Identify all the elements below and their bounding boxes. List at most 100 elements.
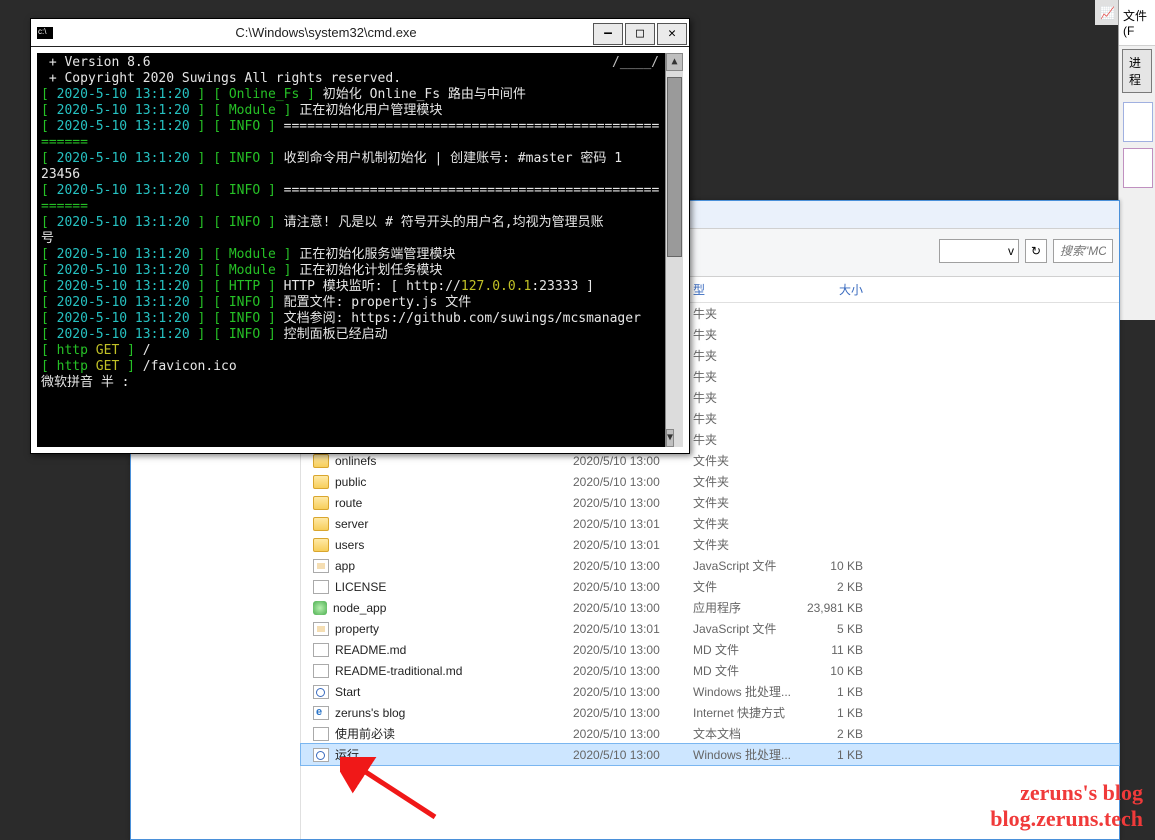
cmd-icon [37, 27, 53, 39]
table-row[interactable]: 运行2020/5/10 13:00Windows 批处理...1 KB [301, 744, 1119, 765]
table-row[interactable]: Start2020/5/10 13:00Windows 批处理...1 KB [301, 681, 1119, 702]
scroll-down-button[interactable]: ▼ [666, 429, 674, 447]
terminal-line: + Copyright 2020 Suwings All rights rese… [41, 71, 679, 87]
chevron-down-icon: v [1008, 244, 1014, 258]
table-row[interactable]: property2020/5/10 13:01JavaScript 文件5 KB [301, 618, 1119, 639]
file-type: 牛夹 [681, 431, 801, 448]
table-row[interactable]: users2020/5/10 13:01文件夹 [301, 534, 1119, 555]
file-name: README.md [335, 643, 406, 657]
terminal-line: [ 2020-5-10 13:1:20 ] [ INFO ] 控制面板已经启动 [41, 327, 679, 343]
file-icon [313, 706, 329, 720]
search-input[interactable] [1053, 239, 1113, 263]
file-type: 文件夹 [681, 515, 801, 532]
file-date: 2020/5/10 13:00 [561, 559, 681, 573]
file-type: 文件夹 [681, 536, 801, 553]
file-icon [313, 454, 329, 468]
graph-box-1 [1123, 102, 1153, 142]
table-row[interactable]: README.md2020/5/10 13:00MD 文件11 KB [301, 639, 1119, 660]
file-type: 牛夹 [681, 389, 801, 406]
file-date: 2020/5/10 13:00 [561, 748, 681, 762]
close-button[interactable]: ✕ [657, 23, 687, 45]
file-type: 文件夹 [681, 494, 801, 511]
file-type: JavaScript 文件 [681, 620, 801, 637]
terminal-line: ====== [41, 199, 679, 215]
file-icon [313, 685, 329, 699]
cmd-scrollbar[interactable]: ▲ ▼ [665, 53, 683, 447]
file-date: 2020/5/10 13:00 [561, 706, 681, 720]
scroll-track[interactable] [666, 71, 683, 429]
terminal-line: [ http GET ] / [41, 343, 679, 359]
file-date: 2020/5/10 13:00 [561, 601, 681, 615]
file-size: 23,981 KB [801, 601, 881, 615]
terminal-line: 号 [41, 231, 679, 247]
file-name: 使用前必读 [335, 725, 395, 742]
table-row[interactable]: 使用前必读2020/5/10 13:00文本文档2 KB [301, 723, 1119, 744]
file-name: property [335, 622, 379, 636]
file-date: 2020/5/10 13:01 [561, 517, 681, 531]
file-name: LICENSE [335, 580, 386, 594]
file-name: route [335, 496, 362, 510]
terminal-line: [ 2020-5-10 13:1:20 ] [ HTTP ] HTTP 模块监听… [41, 279, 679, 295]
file-date: 2020/5/10 13:00 [561, 727, 681, 741]
terminal-line: ====== [41, 135, 679, 151]
file-name: Start [335, 685, 360, 699]
terminal-line: [ 2020-5-10 13:1:20 ] [ INFO ] =========… [41, 119, 679, 135]
terminal-line: [ 2020-5-10 13:1:20 ] [ Module ] 正在初始化服务… [41, 247, 679, 263]
terminal-line: + Version 8.6 [41, 55, 679, 71]
file-name: README-traditional.md [335, 664, 462, 678]
file-icon [313, 727, 329, 741]
scroll-thumb[interactable] [667, 77, 682, 257]
cmd-terminal[interactable]: + Version 8.6 + Copyright 2020 Suwings A… [37, 53, 683, 447]
table-row[interactable]: public2020/5/10 13:00文件夹 [301, 471, 1119, 492]
ascii-art-tail: /____/ [612, 55, 659, 71]
file-size: 10 KB [801, 664, 881, 678]
file-type: JavaScript 文件 [681, 557, 801, 574]
file-size: 1 KB [801, 685, 881, 699]
file-date: 2020/5/10 13:00 [561, 454, 681, 468]
file-type: MD 文件 [681, 641, 801, 658]
file-date: 2020/5/10 13:00 [561, 643, 681, 657]
tab-processes[interactable]: 进程 [1122, 49, 1152, 93]
table-row[interactable]: app2020/5/10 13:00JavaScript 文件10 KB [301, 555, 1119, 576]
col-type[interactable]: 型 [681, 281, 801, 298]
scroll-up-button[interactable]: ▲ [666, 53, 683, 71]
cmd-titlebar[interactable]: C:\Windows\system32\cmd.exe — □ ✕ [31, 19, 689, 47]
terminal-line: 微软拼音 半 : [41, 375, 679, 391]
graph-box-2 [1123, 148, 1153, 188]
file-size: 2 KB [801, 727, 881, 741]
file-type: 文件夹 [681, 473, 801, 490]
refresh-button[interactable]: ↻ [1025, 239, 1047, 263]
taskmgr-chart-icon: 📈 [1095, 0, 1120, 25]
table-row[interactable]: route2020/5/10 13:00文件夹 [301, 492, 1119, 513]
maximize-button[interactable]: □ [625, 23, 655, 45]
file-name: node_app [333, 601, 386, 615]
file-type: 牛夹 [681, 368, 801, 385]
terminal-line: [ 2020-5-10 13:1:20 ] [ INFO ] =========… [41, 183, 679, 199]
menu-file[interactable]: 文件(F [1119, 0, 1155, 46]
address-bar-end[interactable]: v [939, 239, 1019, 263]
file-type: 牛夹 [681, 410, 801, 427]
minimize-button[interactable]: — [593, 23, 623, 45]
file-type: 应用程序 [681, 599, 801, 616]
table-row[interactable]: server2020/5/10 13:01文件夹 [301, 513, 1119, 534]
file-type: 牛夹 [681, 326, 801, 343]
file-date: 2020/5/10 13:00 [561, 580, 681, 594]
watermark-line2: blog.zeruns.tech [990, 806, 1143, 832]
file-icon [313, 559, 329, 573]
file-type: 牛夹 [681, 305, 801, 322]
terminal-line: 23456 [41, 167, 679, 183]
file-size: 2 KB [801, 580, 881, 594]
file-icon [313, 475, 329, 489]
file-date: 2020/5/10 13:00 [561, 685, 681, 699]
cmd-window[interactable]: C:\Windows\system32\cmd.exe — □ ✕ + Vers… [30, 18, 690, 454]
table-row[interactable]: LICENSE2020/5/10 13:00文件2 KB [301, 576, 1119, 597]
terminal-line: [ 2020-5-10 13:1:20 ] [ Online_Fs ] 初始化 … [41, 87, 679, 103]
table-row[interactable]: zeruns's blog2020/5/10 13:00Internet 快捷方… [301, 702, 1119, 723]
file-type: Internet 快捷方式 [681, 704, 801, 721]
file-name: users [335, 538, 364, 552]
table-row[interactable]: README-traditional.md2020/5/10 13:00MD 文… [301, 660, 1119, 681]
table-row[interactable]: node_app 2020/5/10 13:00应用程序23,981 KB [301, 597, 1119, 618]
file-size: 1 KB [801, 748, 881, 762]
terminal-line: [ 2020-5-10 13:1:20 ] [ INFO ] 配置文件: pro… [41, 295, 679, 311]
col-size[interactable]: 大小 [801, 281, 881, 298]
